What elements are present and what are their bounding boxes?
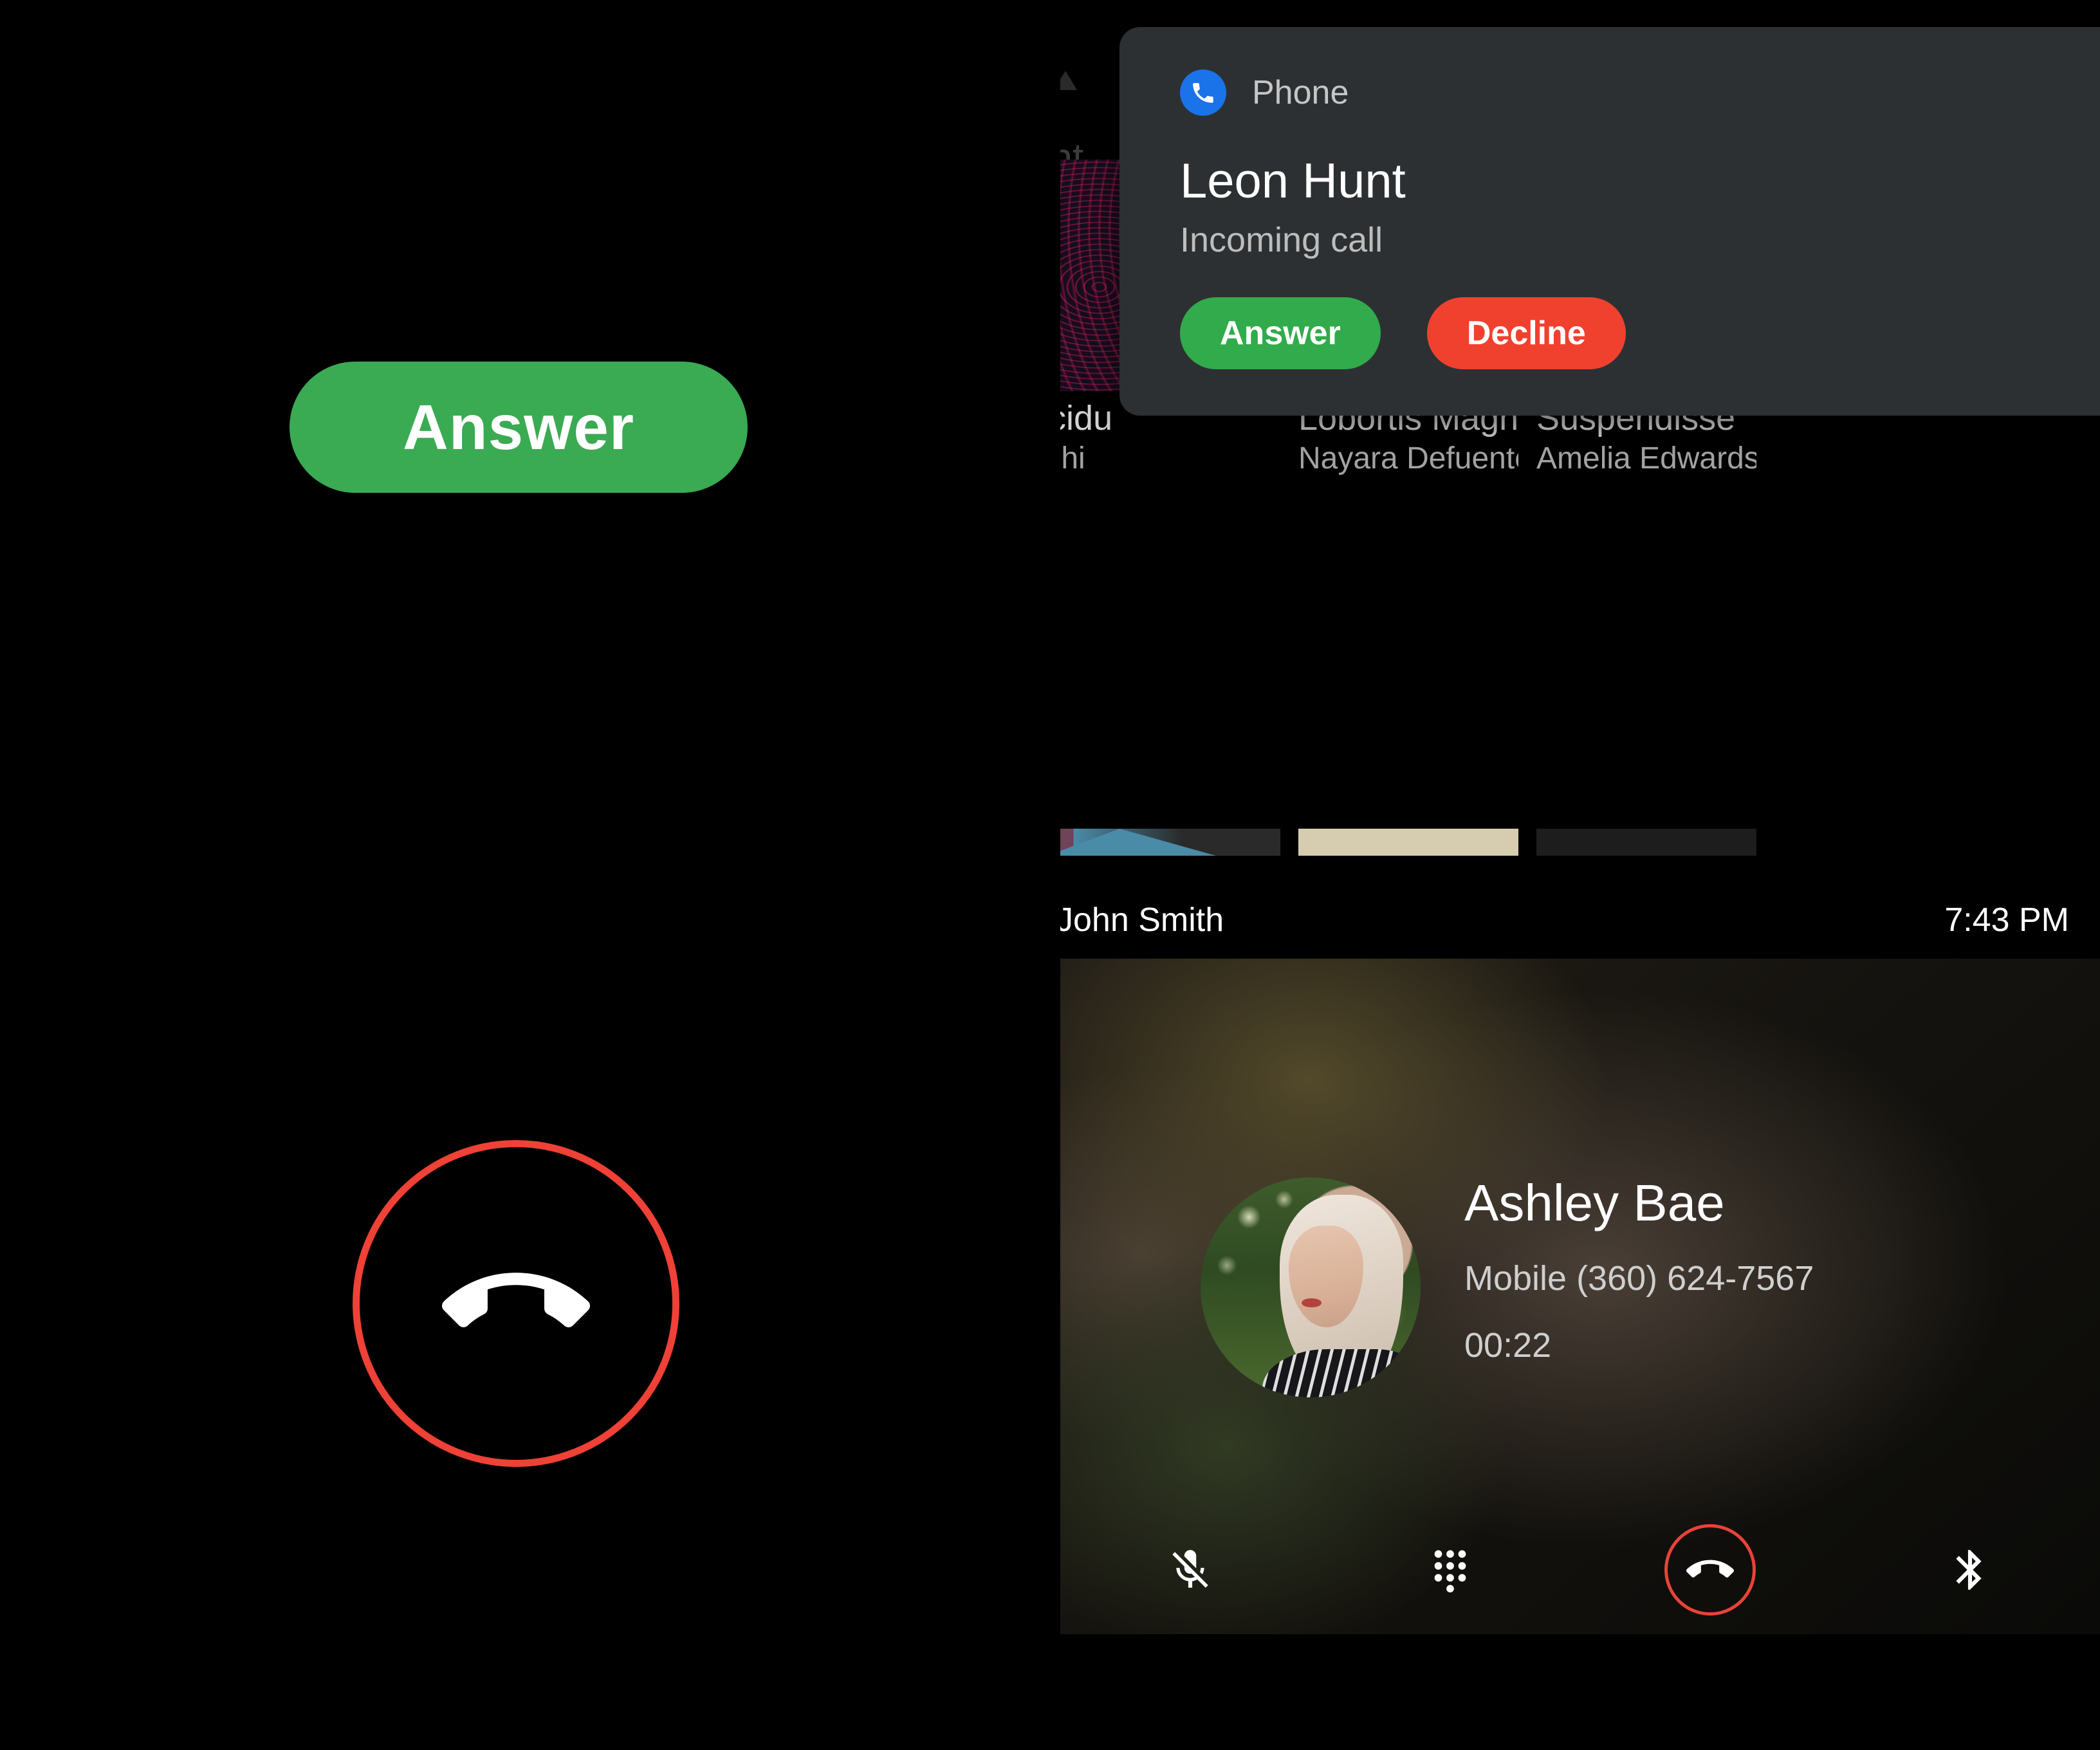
- contact-phone: Mobile (360) 624-7567: [1464, 1259, 1814, 1298]
- notification-app-name: Phone: [1252, 74, 1349, 111]
- answer-button[interactable]: Answer: [290, 362, 748, 493]
- dialpad-icon: [1434, 1550, 1466, 1593]
- bluetooth-icon: [1956, 1550, 1982, 1590]
- avatar: [1201, 1177, 1421, 1397]
- media-card-peek[interactable]: [1298, 829, 1518, 856]
- media-artist: Nayara Defuente: [1298, 441, 1518, 476]
- clock-label: 7:43 PM: [1944, 901, 2069, 939]
- notification-header: Phone: [1180, 69, 1349, 116]
- ongoing-call-card[interactable]: Ashley Bae Mobile (360) 624-7567 00:22: [1060, 959, 2100, 1634]
- notification-answer-button[interactable]: Answer: [1180, 297, 1381, 369]
- call-duration: 00:22: [1464, 1326, 1552, 1365]
- call-contact-info: Ashley Bae Mobile (360) 624-7567 00:22: [1464, 1175, 1814, 1365]
- end-call-button[interactable]: [1664, 1524, 1756, 1616]
- screen-root: Answer ent LOREMIPSUM. s Tincidu i Ryush…: [0, 0, 2100, 1750]
- media-card-peek[interactable]: [1536, 829, 1756, 856]
- ongoing-call-header: John Smith 7:43 PM: [1060, 901, 2100, 947]
- phone-icon: [1193, 83, 1213, 103]
- call-end-icon: [1686, 1560, 1734, 1578]
- media-card-peek[interactable]: [1060, 829, 1280, 856]
- mute-icon: [1172, 1550, 1208, 1588]
- media-artist: i Ryushi: [1060, 441, 1085, 476]
- notification-title: Leon Hunt: [1180, 154, 1406, 208]
- incoming-call-fullscreen: Answer: [0, 0, 1060, 1750]
- heads-up-notification[interactable]: Phone Leon Hunt Incoming call Answer Dec…: [1119, 27, 2100, 416]
- call-end-icon: [442, 1273, 590, 1327]
- hangup-button[interactable]: [353, 1140, 679, 1467]
- notification-actions: Answer Decline: [1180, 297, 1626, 369]
- end-call-button-wrap: [1580, 1518, 1840, 1621]
- bluetooth-button[interactable]: [1840, 1518, 2100, 1621]
- notification-decline-button[interactable]: Decline: [1426, 297, 1626, 369]
- call-controls-bar: [1060, 1518, 2100, 1621]
- contact-name: Ashley Bae: [1464, 1174, 1725, 1231]
- ongoing-call-owner: John Smith: [1060, 901, 1224, 939]
- avatar-lips: [1302, 1298, 1322, 1307]
- notification-subtitle: Incoming call: [1180, 221, 1383, 259]
- next-card-row-peek: [1060, 829, 2100, 856]
- dialpad-button[interactable]: [1320, 1518, 1580, 1621]
- phone-app-icon: [1180, 69, 1226, 116]
- mute-button[interactable]: [1060, 1518, 1320, 1621]
- recent-arrow-icon: [1060, 71, 1077, 90]
- media-artist: Amelia Edwards: [1536, 441, 1756, 476]
